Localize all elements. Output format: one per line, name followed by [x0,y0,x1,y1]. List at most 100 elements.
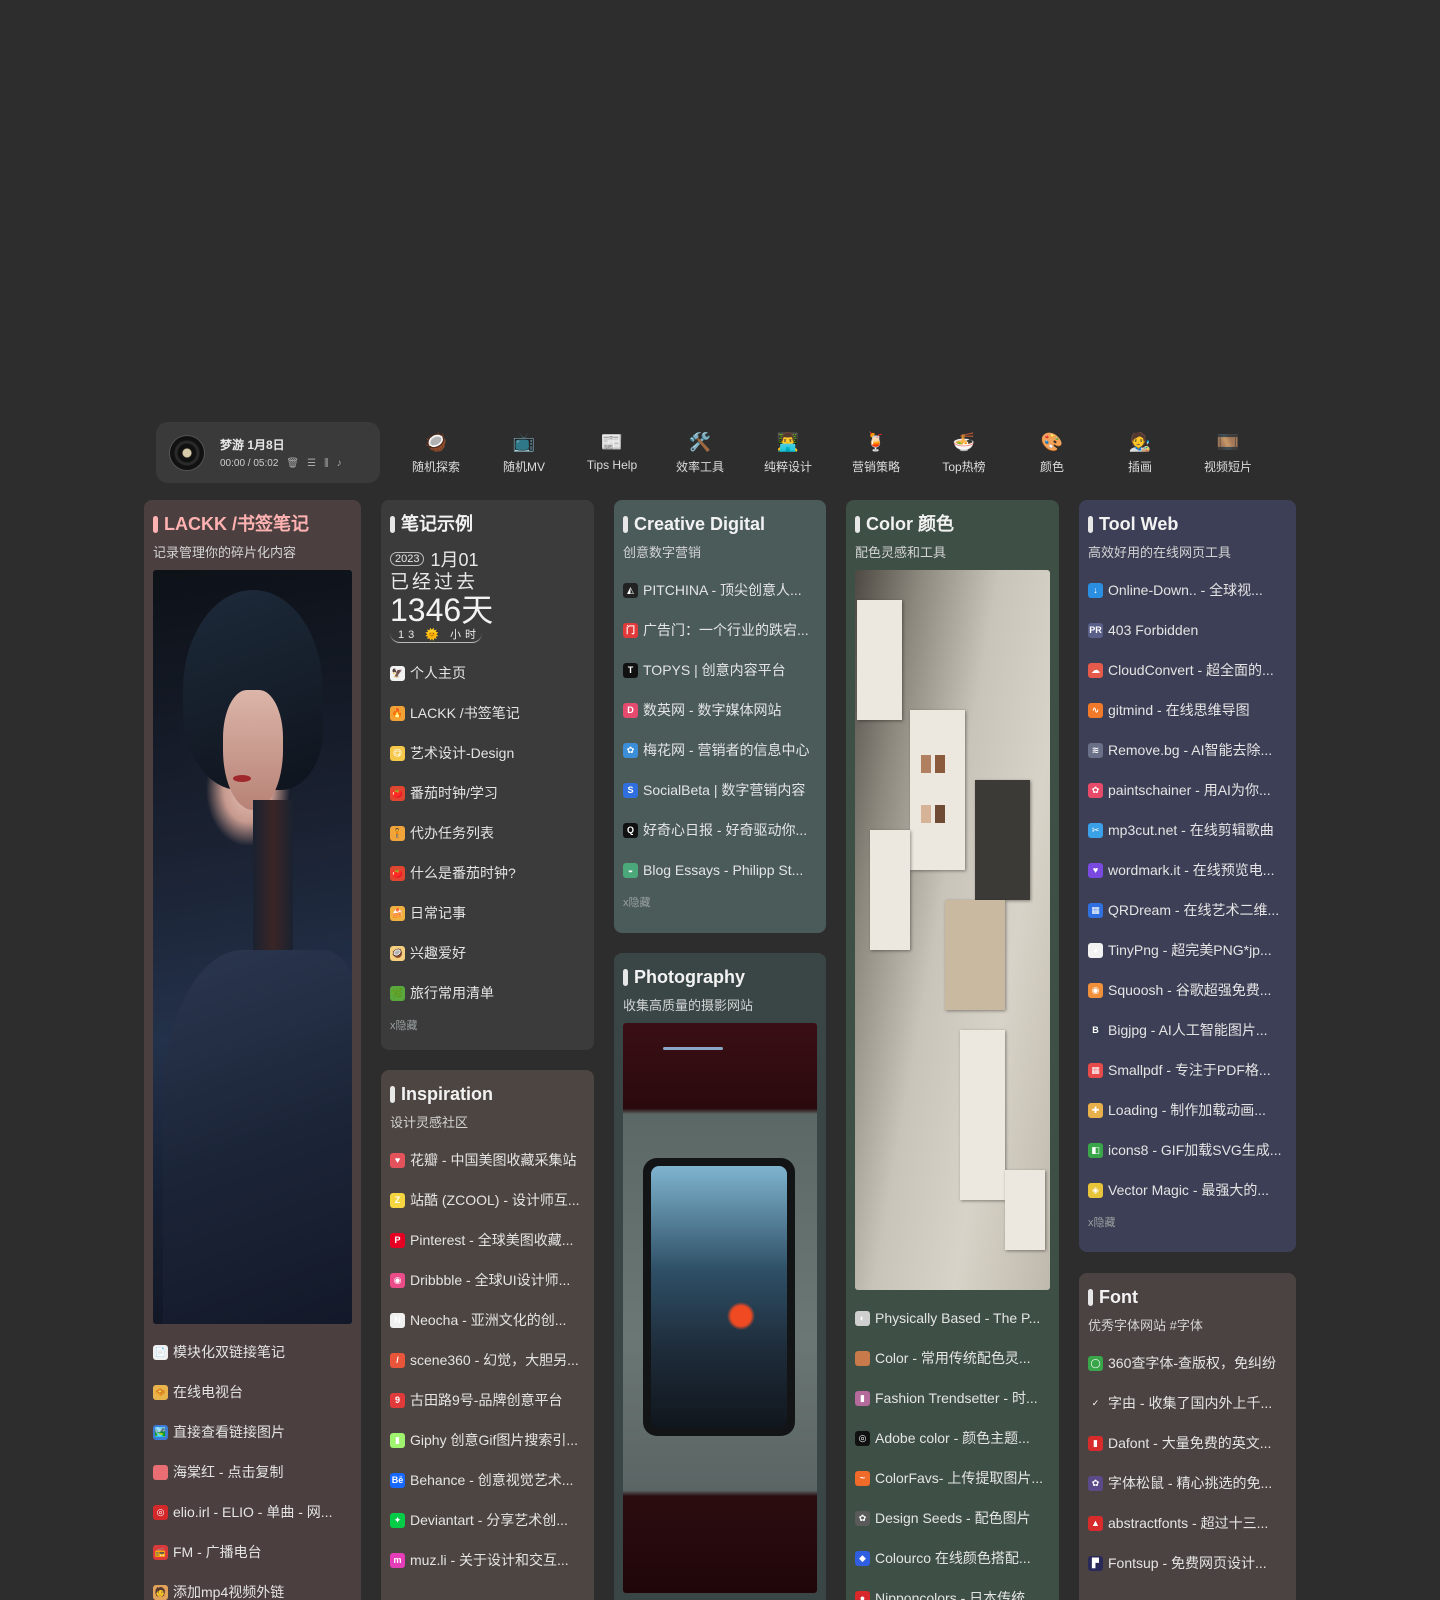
link-item[interactable]: ◉ Dribbble - 全球UI设计师... [390,1260,585,1300]
link-item[interactable]: 海棠红 - 点击复制 [153,1452,352,1492]
nav-item[interactable]: 🛠️ 效率工具 [656,430,744,475]
link-item[interactable]: 🔥 LACKK /书签笔记 [390,693,585,733]
link-item[interactable]: ▦ QRDream - 在线艺术二维... [1088,890,1287,930]
card-title[interactable]: Inspiration [390,1082,585,1106]
link-item[interactable]: ▮ Giphy 创意Gif图片搜索引... [390,1420,585,1460]
link-item[interactable]: 🍰 日常记事 [390,893,585,933]
link-item[interactable]: S SocialBeta | 数字营销内容 [623,770,817,810]
link-item[interactable]: ◯ 360查字体-查版权，免纠纷 [1088,1343,1287,1383]
link-item[interactable]: 9 古田路9号-品牌创意平台 [390,1380,585,1420]
nav-item[interactable]: 📰 Tips Help [568,430,656,475]
nav-item[interactable]: 🥥 随机探索 [392,430,480,475]
link-item[interactable]: 🌿 旅行常用清单 [390,973,585,1013]
link-item[interactable]: Q 好奇心日报 - 好奇驱动你... [623,810,817,850]
link-item[interactable]: ☁ CloudConvert - 超全面的... [1088,650,1287,690]
link-item[interactable]: ✿ Design Seeds - 配色图片 [855,1498,1050,1538]
link-item[interactable]: ∿ gitmind - 在线思维导图 [1088,690,1287,730]
nav-item[interactable]: 🍜 Top热榜 [920,430,1008,475]
link-item[interactable]: 📻 FM - 广播电台 [153,1532,352,1572]
link-item[interactable]: ◐ Physically Based - The P... [855,1298,1050,1338]
card-title[interactable]: Font [1088,1285,1287,1309]
music-note-icon[interactable]: ♪ [337,458,342,469]
link-label: 个人主页 [410,665,466,681]
link-item[interactable]: ✿ paintschainer - 用AI为你... [1088,770,1287,810]
link-item[interactable]: 🍅 什么是番茄时钟? [390,853,585,893]
link-item[interactable]: ✿ 字体松鼠 - 精心挑选的免... [1088,1463,1287,1503]
playlist-icon[interactable]: ☰ [307,458,316,469]
link-item[interactable]: 门广告门：一个行业的跌宕... [623,610,817,650]
nav-item[interactable]: 👨‍💻 纯粹设计 [744,430,832,475]
link-label: Pinterest - 全球美图收藏... [410,1232,574,1248]
link-item[interactable]: m muz.li - 关于设计和交互... [390,1540,585,1580]
link-item[interactable]: ↓ Online-Down.. - 全球视... [1088,570,1287,610]
link-item[interactable]: ◒ Blog Essays - Philipp St... [623,850,817,890]
hide-button[interactable]: x隐藏 [1088,1214,1287,1236]
link-item[interactable]: D 数英网 - 数字媒体网站 [623,690,817,730]
link-item[interactable]: P Pinterest - 全球美图收藏... [390,1220,585,1260]
delete-icon[interactable]: 🗑 [286,458,299,469]
link-item[interactable]: ✓ 字由 - 收集了国内外上千... [1088,1383,1287,1423]
link-item[interactable]: ✂ mp3cut.net - 在线剪辑歌曲 [1088,810,1287,850]
hide-button[interactable]: x隐藏 [390,1017,585,1039]
link-item[interactable]: ◕ TinyPng - 超完美PNG*jp... [1088,930,1287,970]
link-item[interactable]: B Bigjpg - AI人工智能图片... [1088,1010,1287,1050]
link-label: 403 Forbidden [1108,622,1199,638]
favicon-icon: 🍅 [390,785,405,801]
link-item[interactable]: Bē Behance - 创意视觉艺术... [390,1460,585,1500]
card-title[interactable]: Photography [623,965,817,989]
waveform-icon[interactable]: ⫼ [324,458,329,469]
link-item[interactable]: Color - 常用传统配色灵... [855,1338,1050,1378]
nav-item[interactable]: 🎞️ 视频短片 [1184,430,1272,475]
link-item[interactable]: ≋ Remove.bg - AI智能去除... [1088,730,1287,770]
vinyl-disc-icon[interactable] [170,435,204,470]
link-item[interactable]: ◉ Squoosh - 谷歌超强免费... [1088,970,1287,1010]
link-item[interactable]: 🦅 个人主页 [390,653,585,693]
link-item[interactable]: ♥ 花瓣 - 中国美图收藏采集站 [390,1140,585,1180]
link-item[interactable]: ▮ Dafont - 大量免费的英文... [1088,1423,1287,1463]
moodboard-wall-image[interactable] [855,570,1050,1290]
link-item[interactable]: ♥ wordmark.it - 在线预览电... [1088,850,1287,890]
link-item[interactable]: ◈ Vector Magic - 最强大的... [1088,1170,1287,1210]
link-item[interactable]: 🏞️ 直接查看链接图片 [153,1412,352,1452]
link-item[interactable]: 😋 艺术设计-Design [390,733,585,773]
link-item[interactable]: 🍅 番茄时钟/学习 [390,773,585,813]
card-title[interactable]: Creative Digital [623,512,817,536]
nav-item[interactable]: 🧑‍🎨 插画 [1096,430,1184,475]
card-title[interactable]: Tool Web [1088,512,1287,536]
link-item[interactable]: ● Nipponcolors - 日本传统... [855,1578,1050,1600]
link-item[interactable]: ◧ icons8 - GIF加载SVG生成... [1088,1130,1287,1170]
link-item[interactable]: ~ ColorFavs- 上传提取图片... [855,1458,1050,1498]
nav-item[interactable]: 🍹 营销策略 [832,430,920,475]
link-item[interactable]: 🧇 在线电视台 [153,1372,352,1412]
link-item[interactable]: ▛ Fontsup - 免费网页设计... [1088,1543,1287,1583]
link-item[interactable]: ✿ 梅花网 - 营销者的信息中心 [623,730,817,770]
link-item[interactable]: T TOPYS | 创意内容平台 [623,650,817,690]
card-title[interactable]: LACKK /书签笔记 [153,512,352,536]
link-label: Dafont - 大量免费的英文... [1108,1435,1272,1451]
link-label: mp3cut.net - 在线剪辑歌曲 [1108,822,1274,838]
nav-item[interactable]: 🎨 颜色 [1008,430,1096,475]
link-item[interactable]: 🥥 兴趣爱好 [390,933,585,973]
link-item[interactable]: 📄 模块化双链接笔记 [153,1332,352,1372]
link-item[interactable]: Z 站酷 (ZCOOL) - 设计师互... [390,1180,585,1220]
hide-button[interactable]: x隐藏 [623,894,817,916]
link-item[interactable]: ◭ PITCHINA - 顶尖创意人... [623,570,817,610]
link-item[interactable]: ▮ Fashion Trendsetter - 时... [855,1378,1050,1418]
link-item[interactable]: 🧍 代办任务列表 [390,813,585,853]
subway-phone-image[interactable] [623,1023,817,1593]
link-item[interactable]: ▲ abstractfonts - 超过十三... [1088,1503,1287,1543]
nav-item[interactable]: 📺 随机MV [480,430,568,475]
card-title[interactable]: Color 颜色 [855,512,1050,536]
link-item[interactable]: ▦ Smallpdf - 专注于PDF格... [1088,1050,1287,1090]
link-item[interactable]: N Neocha - 亚洲文化的创... [390,1300,585,1340]
card-title[interactable]: 笔记示例 [390,512,585,536]
link-item[interactable]: ◆ Colourco 在线颜色搭配... [855,1538,1050,1578]
link-item[interactable]: ◎ elio.irl - ELIO - 单曲 - 网... [153,1492,352,1532]
link-item[interactable]: ✚ Loading - 制作加载动画... [1088,1090,1287,1130]
cyberpunk-woman-image[interactable] [153,570,352,1324]
link-item[interactable]: PR 403 Forbidden [1088,610,1287,650]
link-item[interactable]: 🧑 添加mp4视频外链 [153,1572,352,1600]
link-item[interactable]: ✦ Deviantart - 分享艺术创... [390,1500,585,1540]
link-item[interactable]: ◎ Adobe color - 颜色主题... [855,1418,1050,1458]
link-item[interactable]: / scene360 - 幻觉，大胆另... [390,1340,585,1380]
